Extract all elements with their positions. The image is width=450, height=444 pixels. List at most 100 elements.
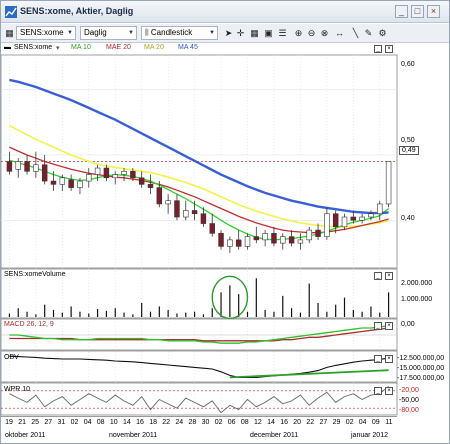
candle-body [359,216,365,221]
x-axis-day: 06 [227,419,236,426]
x-axis-day: 10 [109,419,118,426]
x-axis-day: 16 [280,419,288,426]
panel-close-icon[interactable]: × [385,387,393,395]
ma20-line [9,124,389,228]
x-axis-day: 27 [319,419,328,426]
wpr-panel[interactable] [1,386,397,414]
candle-body [68,179,74,188]
obv-trendline [229,369,389,379]
candle-body [112,174,118,179]
panel-minimize-icon[interactable]: _ [374,322,382,330]
wpr-ytick: -80,00 [399,407,419,414]
obv-panel[interactable] [9,355,389,379]
candle-body [218,233,224,247]
candle-body [200,213,207,224]
x-axis-day: 11 [385,419,393,426]
ma45-line [9,78,389,215]
candle-body [280,236,286,244]
candle-body [50,180,57,185]
candle-body [262,233,268,241]
candle-body [6,161,13,172]
candle-body [165,200,171,205]
x-axis-day: 28 [188,419,197,426]
x-axis-day: 14 [122,419,131,426]
x-axis-day: 29 [332,419,341,426]
candle-body [183,210,189,218]
x-axis-day: 08 [240,419,249,426]
price-ytick: 0,50 [401,137,415,144]
candle-body [103,167,110,179]
candle-body [24,161,30,172]
panel-close-icon[interactable]: × [385,322,393,330]
x-axis-day: 04 [358,419,367,426]
candle-body [297,239,304,244]
candle-body [130,170,136,179]
x-axis[interactable]: 19 21 25 27 31 02 04 08 10 14 16 18 22 24 28 30 02 06 08 12… [1,416,397,443]
candle-body [94,167,101,175]
candle-body [350,216,357,221]
volume-label: SENS:xomeVolume [4,271,66,278]
candle-body [86,174,92,182]
panel-minimize-icon[interactable]: _ [374,272,382,280]
price-panel[interactable] [1,78,397,253]
candle-body [385,161,392,205]
candle-body [15,161,21,170]
candle-body [341,216,348,228]
x-axis-day: 02 [214,419,223,426]
x-axis-day: 12 [253,419,262,426]
macd-panel[interactable] [1,325,397,344]
candle-body [209,223,215,234]
candle-body [306,229,312,241]
x-axis-month: oktober 2011 [5,432,46,439]
panel-minimize-icon[interactable]: _ [374,387,382,395]
x-axis-day: 04 [83,419,92,426]
candle-body [235,239,242,247]
panel-close-icon[interactable]: × [385,355,393,363]
panel-minimize-icon[interactable]: _ [374,45,382,53]
obv-ytick: -12.500.000,00 [397,355,445,362]
x-axis-day: 16 [136,419,144,426]
wpr-ytick: -50,00 [399,397,419,404]
panel-minimize-icon[interactable]: _ [374,355,382,363]
x-axis-day: 09 [371,419,380,426]
x-axis-day: 20 [293,419,302,426]
candle-body [41,164,48,182]
price-ytick: 0,60 [401,61,415,68]
macd-ytick: 0,00 [401,321,415,328]
x-axis-day: 14 [267,419,275,426]
chart-canvas[interactable] [1,1,450,444]
macd-label[interactable]: MACD 26, 12, 9 [4,321,54,328]
x-axis-day: 08 [96,419,105,426]
candle-body [121,170,127,175]
candle-body [191,210,198,215]
obv-ytick: -17.500.000,00 [397,375,445,382]
candle-body [271,233,277,244]
obv-ytick: -15.000.000,00 [397,365,445,372]
macd-signal-line [9,327,389,342]
chart-window: SENS:xome, Aktier, Daglig _ □ × ▦ SENS:x… [0,0,450,444]
mae20-line [9,146,389,234]
wpr-label[interactable]: WPR 10 [4,386,30,393]
x-axis-day: 21 [18,419,26,426]
x-axis-month: december 2011 [250,432,299,439]
candle-body [147,184,154,188]
candle-body [332,213,339,228]
panel-frame [1,350,398,383]
x-axis-day: 02 [345,419,354,426]
x-axis-day: 30 [201,419,210,426]
candle-body [77,180,83,188]
panel-close-icon[interactable]: × [385,45,393,53]
candle-body [377,203,383,215]
candle-body [288,236,295,244]
x-axis-day: 27 [44,419,53,426]
ma10-line [9,159,390,241]
panel-close-icon[interactable]: × [385,272,393,280]
candle-body [324,213,330,237]
x-axis-day: 22 [162,419,171,426]
obv-label[interactable]: OBV [4,354,19,361]
candle-body [59,177,66,185]
candle-body [244,236,251,247]
x-axis-day: 24 [175,419,184,426]
volume-panel[interactable] [8,275,390,320]
x-axis-day: 22 [306,419,315,426]
